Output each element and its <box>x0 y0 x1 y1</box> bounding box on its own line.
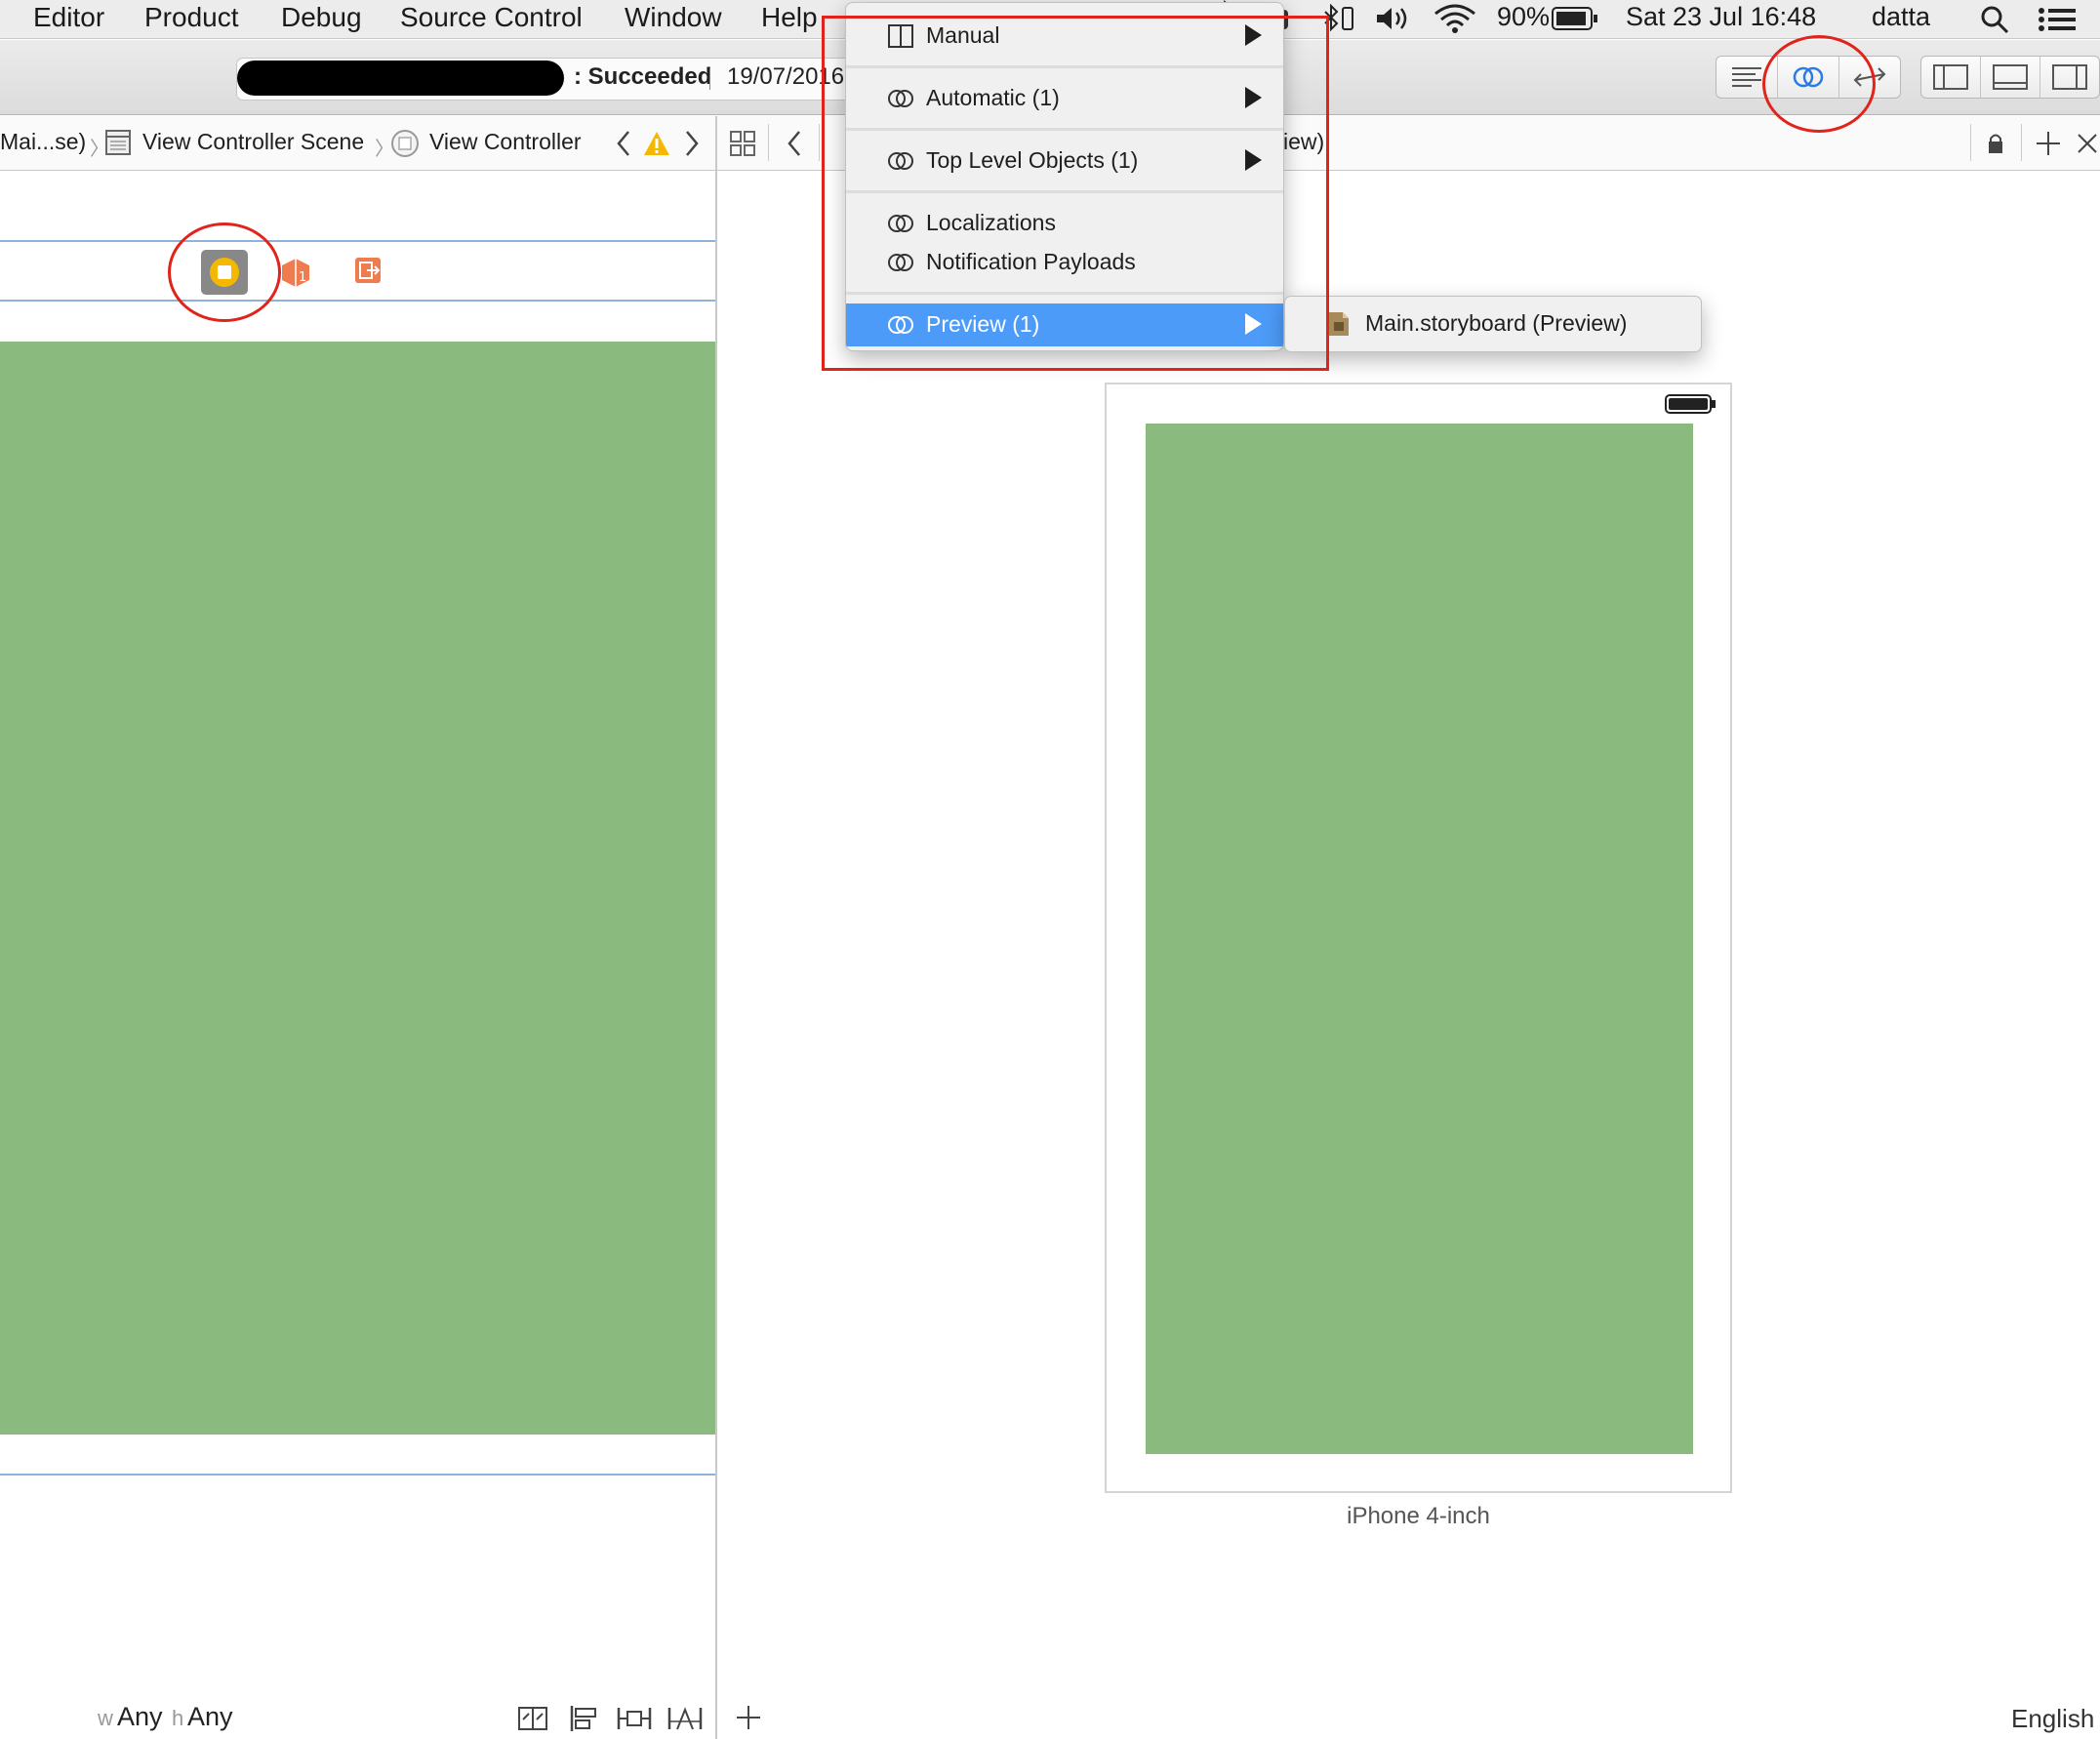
view-controller-canvas[interactable] <box>0 342 715 1435</box>
navigator-panel-icon <box>1933 64 1968 90</box>
wifi-icon[interactable] <box>1433 2 1477 35</box>
preview-submenu: Main.storyboard (Preview) <box>1284 296 1702 352</box>
back-chevron-icon[interactable] <box>615 130 632 157</box>
size-class-width[interactable]: Any <box>117 1702 163 1732</box>
scene-dock: 1 <box>0 240 715 302</box>
canvas-bottom-bar: w Any h Any <box>0 1698 715 1739</box>
menu-help[interactable]: Help <box>761 2 818 33</box>
resolve-issues-icon[interactable] <box>667 1704 703 1733</box>
menu-source-control[interactable]: Source Control <box>400 2 583 33</box>
activity-viewer: : Succeeded 19/07/2016 <box>236 58 861 101</box>
menu-product[interactable]: Product <box>144 2 239 33</box>
back-chevron-icon[interactable] <box>786 130 803 157</box>
menu-clock[interactable]: Sat 23 Jul 16:48 <box>1626 2 1816 32</box>
breadcrumb-scene[interactable]: View Controller Scene <box>142 129 364 155</box>
annotation-circle-assistant <box>1762 35 1876 133</box>
breadcrumb-view-controller[interactable]: View Controller <box>429 129 582 155</box>
battery-indicator-icon <box>1665 394 1716 414</box>
jump-bar-divider <box>1970 124 1971 161</box>
jump-bar-divider <box>768 124 769 161</box>
menu-debug[interactable]: Debug <box>281 2 362 33</box>
size-class-h-prefix: h <box>172 1706 184 1730</box>
jump-bar-divider <box>819 124 820 161</box>
menu-editor[interactable]: Editor <box>33 2 104 33</box>
lock-icon[interactable] <box>1986 132 2005 155</box>
utilities-panel-icon <box>2052 64 2087 90</box>
view-controller-icon <box>391 130 419 157</box>
breadcrumb-file[interactable]: Mai...se) <box>0 129 86 155</box>
volume-icon[interactable] <box>1374 4 1413 33</box>
forward-chevron-icon[interactable] <box>683 130 701 157</box>
spotlight-search-icon[interactable] <box>1979 4 2010 35</box>
battery-icon[interactable] <box>1552 6 1598 31</box>
submenu-item-main-storyboard-preview[interactable]: Main.storyboard (Preview) <box>1285 303 1701 345</box>
scene-bottom-line <box>0 1474 715 1476</box>
menu-user[interactable]: datta <box>1872 2 1930 32</box>
debug-panel-icon <box>1993 64 2028 90</box>
build-status: : Succeeded <box>574 63 712 90</box>
storyboard-file-icon <box>1329 312 1349 336</box>
related-items-grid-icon[interactable] <box>729 130 756 157</box>
preview-bottom-bar: English <box>717 1698 2100 1739</box>
standard-editor-icon <box>1732 67 1761 87</box>
notification-center-icon[interactable] <box>2038 6 2077 33</box>
first-responder-icon[interactable]: 1 <box>279 256 312 289</box>
annotation-rectangle <box>822 16 1329 371</box>
preview-language[interactable]: English <box>2011 1704 2094 1734</box>
close-assistant-icon[interactable] <box>2076 132 2099 155</box>
align-icon[interactable] <box>568 1704 599 1733</box>
size-class-w-prefix: w <box>98 1706 113 1730</box>
panel-visibility-control <box>1920 56 2100 99</box>
add-preview-device-icon[interactable] <box>735 1704 762 1731</box>
device-label: iPhone 4-inch <box>1347 1503 1490 1529</box>
battery-percent: 90% <box>1497 2 1551 31</box>
redacted-scheme-name <box>237 61 564 96</box>
stack-view-icon[interactable] <box>517 1704 548 1733</box>
scene-icon <box>105 130 131 155</box>
exit-icon[interactable] <box>353 256 384 287</box>
add-assistant-icon[interactable] <box>2035 130 2062 157</box>
toggle-utilities-button[interactable] <box>2040 57 2099 98</box>
preview-view <box>1146 424 1693 1454</box>
jump-bar-divider <box>2021 124 2022 161</box>
iphone-preview-frame[interactable] <box>1105 383 1732 1493</box>
jump-bar-left: Mai...se) 〉 View Controller Scene 〉 View… <box>0 116 715 171</box>
annotation-circle-view-controller <box>168 222 281 322</box>
size-class-height[interactable]: Any <box>187 1702 233 1732</box>
menu-window[interactable]: Window <box>625 2 722 33</box>
editor-split-divider[interactable] <box>715 116 717 1739</box>
toggle-navigator-button[interactable] <box>1921 57 1981 98</box>
warning-icon[interactable] <box>642 130 671 157</box>
toggle-debug-area-button[interactable] <box>1981 57 2040 98</box>
submenu-item-label: Main.storyboard (Preview) <box>1365 310 1628 336</box>
svg-text:1: 1 <box>299 270 306 285</box>
pin-icon[interactable] <box>617 1704 652 1733</box>
activity-separator <box>709 68 710 90</box>
